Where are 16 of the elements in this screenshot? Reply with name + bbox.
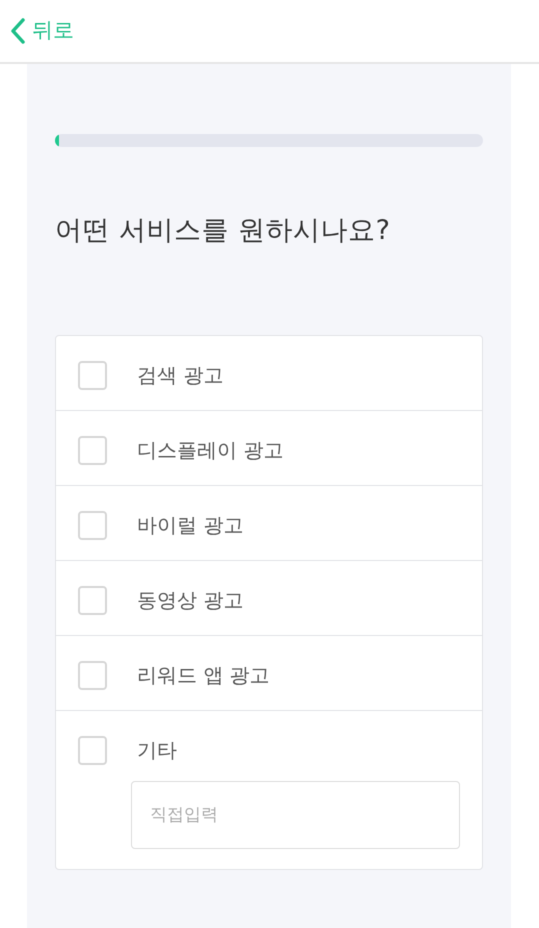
checkbox[interactable] [78, 736, 107, 765]
checkbox[interactable] [78, 660, 107, 690]
input-field[interactable]: 직접입력 [131, 781, 460, 850]
option-label: 디스플레이 광고 [137, 437, 284, 464]
option-label: 검색 광고 [137, 362, 224, 390]
option-label: 바이럴 광고 [137, 512, 244, 540]
option-label: 기타 [137, 737, 177, 764]
option-label: 리워드 앱 광고 [137, 662, 270, 690]
checkbox[interactable] [78, 586, 107, 615]
question-title: 어떤 서비스를 원하시나요? [55, 215, 392, 248]
checkbox[interactable] [78, 360, 107, 390]
checkbox[interactable] [78, 436, 107, 465]
chevron-left-icon [10, 17, 26, 45]
back-button[interactable]: 뒤로 [10, 15, 74, 47]
option-label: 동영상 광고 [137, 587, 244, 614]
checkbox[interactable] [78, 510, 107, 540]
